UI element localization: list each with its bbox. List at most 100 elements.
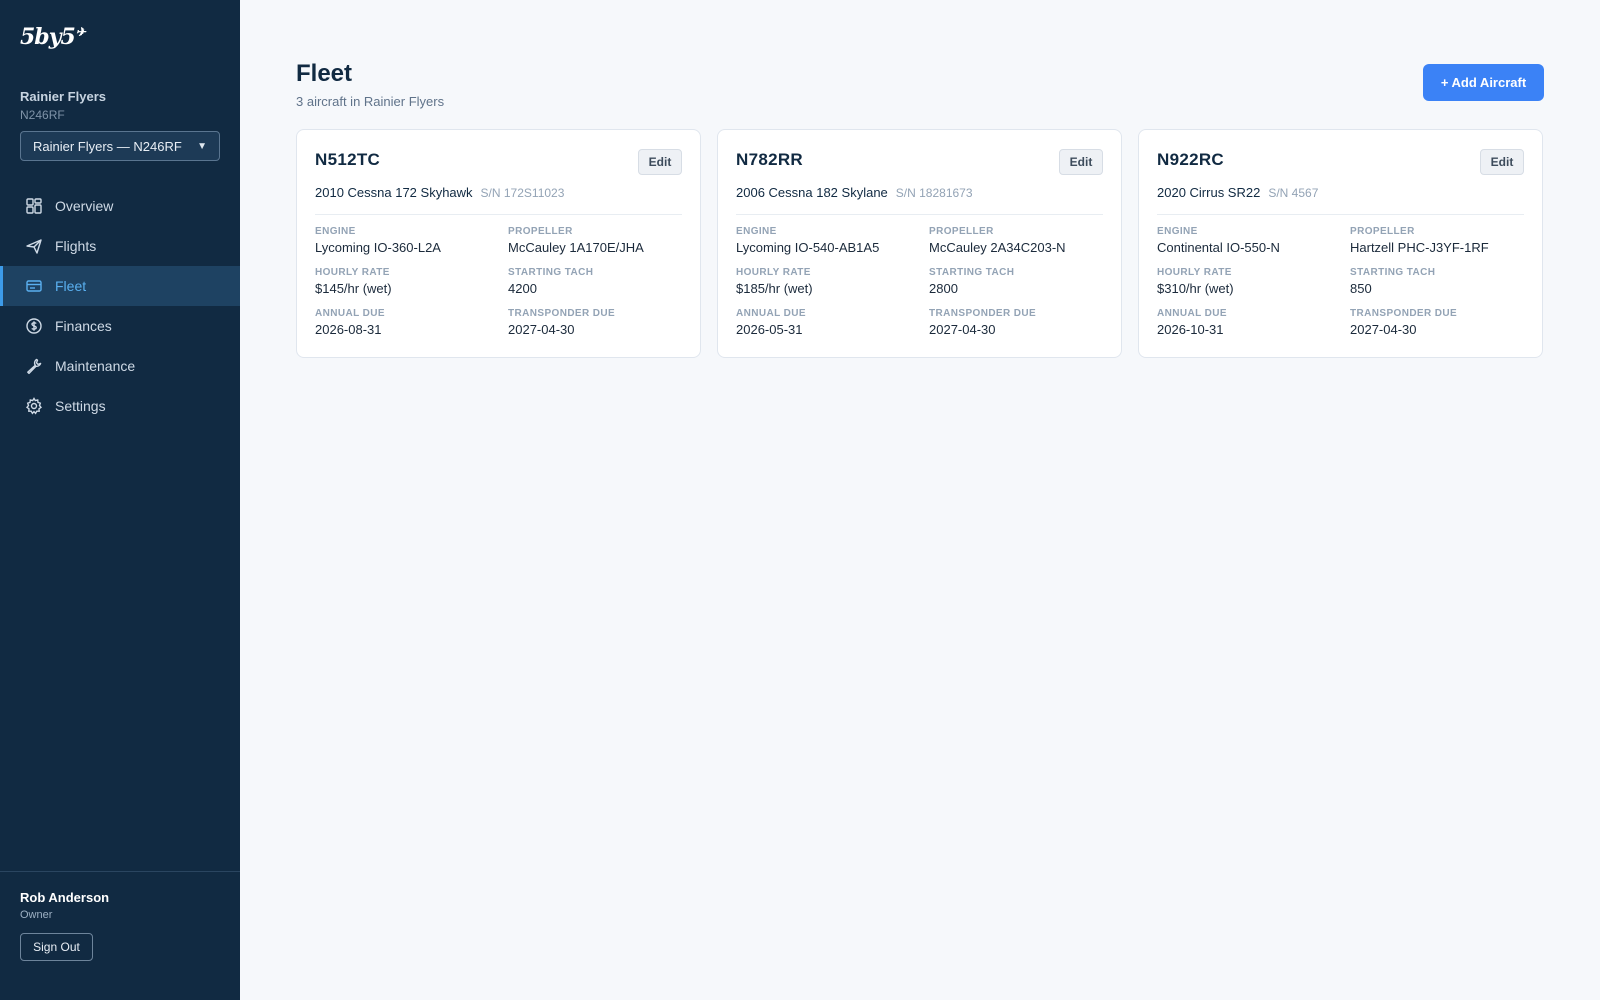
sidebar-nav: Overview Flights Fleet Finances Maintena… [0,186,240,426]
dollar-icon [25,317,43,335]
field-label: HOURLY RATE [736,267,811,278]
card-divider [315,214,682,215]
field-label: PROPELLER [929,226,994,237]
field-label: STARTING TACH [1350,267,1436,278]
aircraft-model: 2010 Cessna 172 Skyhawk S/N 172S11023 [315,185,564,200]
field-value: McCauley 2A34C203-N [929,240,1066,255]
serial-number: S/N 4567 [1268,186,1319,200]
field-value: Hartzell PHC-J3YF-1RF [1350,240,1489,255]
grid-icon [25,197,43,215]
field-label: PROPELLER [508,226,573,237]
aircraft-model: 2006 Cessna 182 Skylane S/N 18281673 [736,185,973,200]
field-value: 2026-10-31 [1157,322,1224,337]
club-select[interactable]: Rainier Flyers — N246RF ▼ [20,131,220,161]
transponder-due-field: TRANSPONDER DUE 2027-04-30 [1350,308,1457,337]
aircraft-model-text: 2006 Cessna 182 Skylane [736,185,888,200]
field-value: 850 [1350,281,1372,296]
starting-tach-field: STARTING TACH 850 [1350,267,1435,296]
aircraft-model-text: 2010 Cessna 172 Skyhawk [315,185,473,200]
aircraft-card: N512TC Edit 2010 Cessna 172 Skyhawk S/N 1… [296,129,701,358]
sidebar-item-settings[interactable]: Settings [0,386,240,426]
propeller-field: PROPELLER Hartzell PHC-J3YF-1RF [1350,226,1489,255]
edit-aircraft-button[interactable]: Edit [1480,149,1524,175]
sidebar-item-label: Maintenance [55,358,136,374]
engine-field: ENGINE Continental IO-550-N [1157,226,1280,255]
field-label: HOURLY RATE [1157,267,1232,278]
tail-number: N922RC [1157,150,1224,169]
serial-number: S/N 172S11023 [480,186,565,200]
field-value: 2026-08-31 [315,322,382,337]
propeller-field: PROPELLER McCauley 1A170E/JHA [508,226,644,255]
field-value: 2027-04-30 [929,322,996,337]
transponder-due-field: TRANSPONDER DUE 2027-04-30 [508,308,615,337]
engine-field: ENGINE Lycoming IO-540-AB1A5 [736,226,879,255]
sidebar-divider [0,871,240,872]
transponder-due-field: TRANSPONDER DUE 2027-04-30 [929,308,1036,337]
sidebar-item-label: Flights [55,238,97,254]
field-value: Lycoming IO-360-L2A [315,240,441,255]
hourly-rate-field: HOURLY RATE $310/hr (wet) [1157,267,1234,296]
aircraft-card: N922RC Edit 2020 Cirrus SR22 S/N 4567 ENG… [1138,129,1543,358]
field-label: HOURLY RATE [315,267,390,278]
annual-due-field: ANNUAL DUE 2026-10-31 [1157,308,1227,337]
user-role: Owner [20,909,53,921]
field-label: ENGINE [315,226,356,237]
annual-due-field: ANNUAL DUE 2026-08-31 [315,308,385,337]
field-label: ANNUAL DUE [736,308,806,319]
fleet-icon [25,277,43,295]
field-label: TRANSPONDER DUE [1350,308,1458,319]
main-content: Fleet 3 aircraft in Rainier Flyers + Add… [240,0,1600,1000]
annual-due-field: ANNUAL DUE 2026-05-31 [736,308,806,337]
serial-number: S/N 18281673 [895,186,973,200]
field-value: $185/hr (wet) [736,281,813,296]
sidebar: 5by5✈ Rainier Flyers N246RF Rainier Flye… [0,0,240,1000]
edit-aircraft-button[interactable]: Edit [638,149,682,175]
add-aircraft-button[interactable]: + Add Aircraft [1423,64,1544,101]
user-name: Rob Anderson [20,890,110,905]
club-name: Rainier Flyers [20,89,106,104]
field-value: 2027-04-30 [1350,322,1417,337]
sidebar-item-label: Settings [55,398,106,414]
app-logo[interactable]: 5by5✈ [20,24,86,50]
gear-icon [25,397,43,415]
field-value: 2027-04-30 [508,322,575,337]
hourly-rate-field: HOURLY RATE $145/hr (wet) [315,267,392,296]
aircraft-card: N782RR Edit 2006 Cessna 182 Skylane S/N 1… [717,129,1122,358]
sidebar-item-flights[interactable]: Flights [0,226,240,266]
field-label: STARTING TACH [929,267,1015,278]
propeller-field: PROPELLER McCauley 2A34C203-N [929,226,1066,255]
starting-tach-field: STARTING TACH 2800 [929,267,1014,296]
field-value: $145/hr (wet) [315,281,392,296]
sign-out-button[interactable]: Sign Out [20,933,93,961]
sidebar-item-overview[interactable]: Overview [0,186,240,226]
field-value: $310/hr (wet) [1157,281,1234,296]
edit-aircraft-button[interactable]: Edit [1059,149,1103,175]
page-subtitle: 3 aircraft in Rainier Flyers [296,94,445,109]
field-value: 2026-05-31 [736,322,803,337]
aircraft-card-list: N512TC Edit 2010 Cessna 172 Skyhawk S/N 1… [296,129,1543,358]
field-label: PROPELLER [1350,226,1415,237]
tail-number: N512TC [315,150,381,169]
hourly-rate-field: HOURLY RATE $185/hr (wet) [736,267,813,296]
engine-field: ENGINE Lycoming IO-360-L2A [315,226,441,255]
sidebar-item-fleet[interactable]: Fleet [0,266,240,306]
plane-mark-icon: ✈ [75,24,86,39]
aircraft-model: 2020 Cirrus SR22 S/N 4567 [1157,185,1318,200]
field-value: McCauley 1A170E/JHA [508,240,644,255]
field-label: ANNUAL DUE [1157,308,1227,319]
field-label: TRANSPONDER DUE [929,308,1037,319]
field-value: Continental IO-550-N [1157,240,1280,255]
wrench-icon [25,357,43,375]
sidebar-item-label: Finances [55,318,112,334]
sidebar-item-finances[interactable]: Finances [0,306,240,346]
sidebar-item-maintenance[interactable]: Maintenance [0,346,240,386]
field-label: STARTING TACH [508,267,594,278]
field-value: Lycoming IO-540-AB1A5 [736,240,880,255]
aircraft-model-text: 2020 Cirrus SR22 [1157,185,1261,200]
card-divider [1157,214,1524,215]
chevron-down-icon: ▼ [197,140,207,152]
page-title: Fleet [296,60,353,87]
tail-number: N782RR [736,150,803,169]
field-label: ENGINE [1157,226,1198,237]
field-value: 2800 [929,281,958,296]
